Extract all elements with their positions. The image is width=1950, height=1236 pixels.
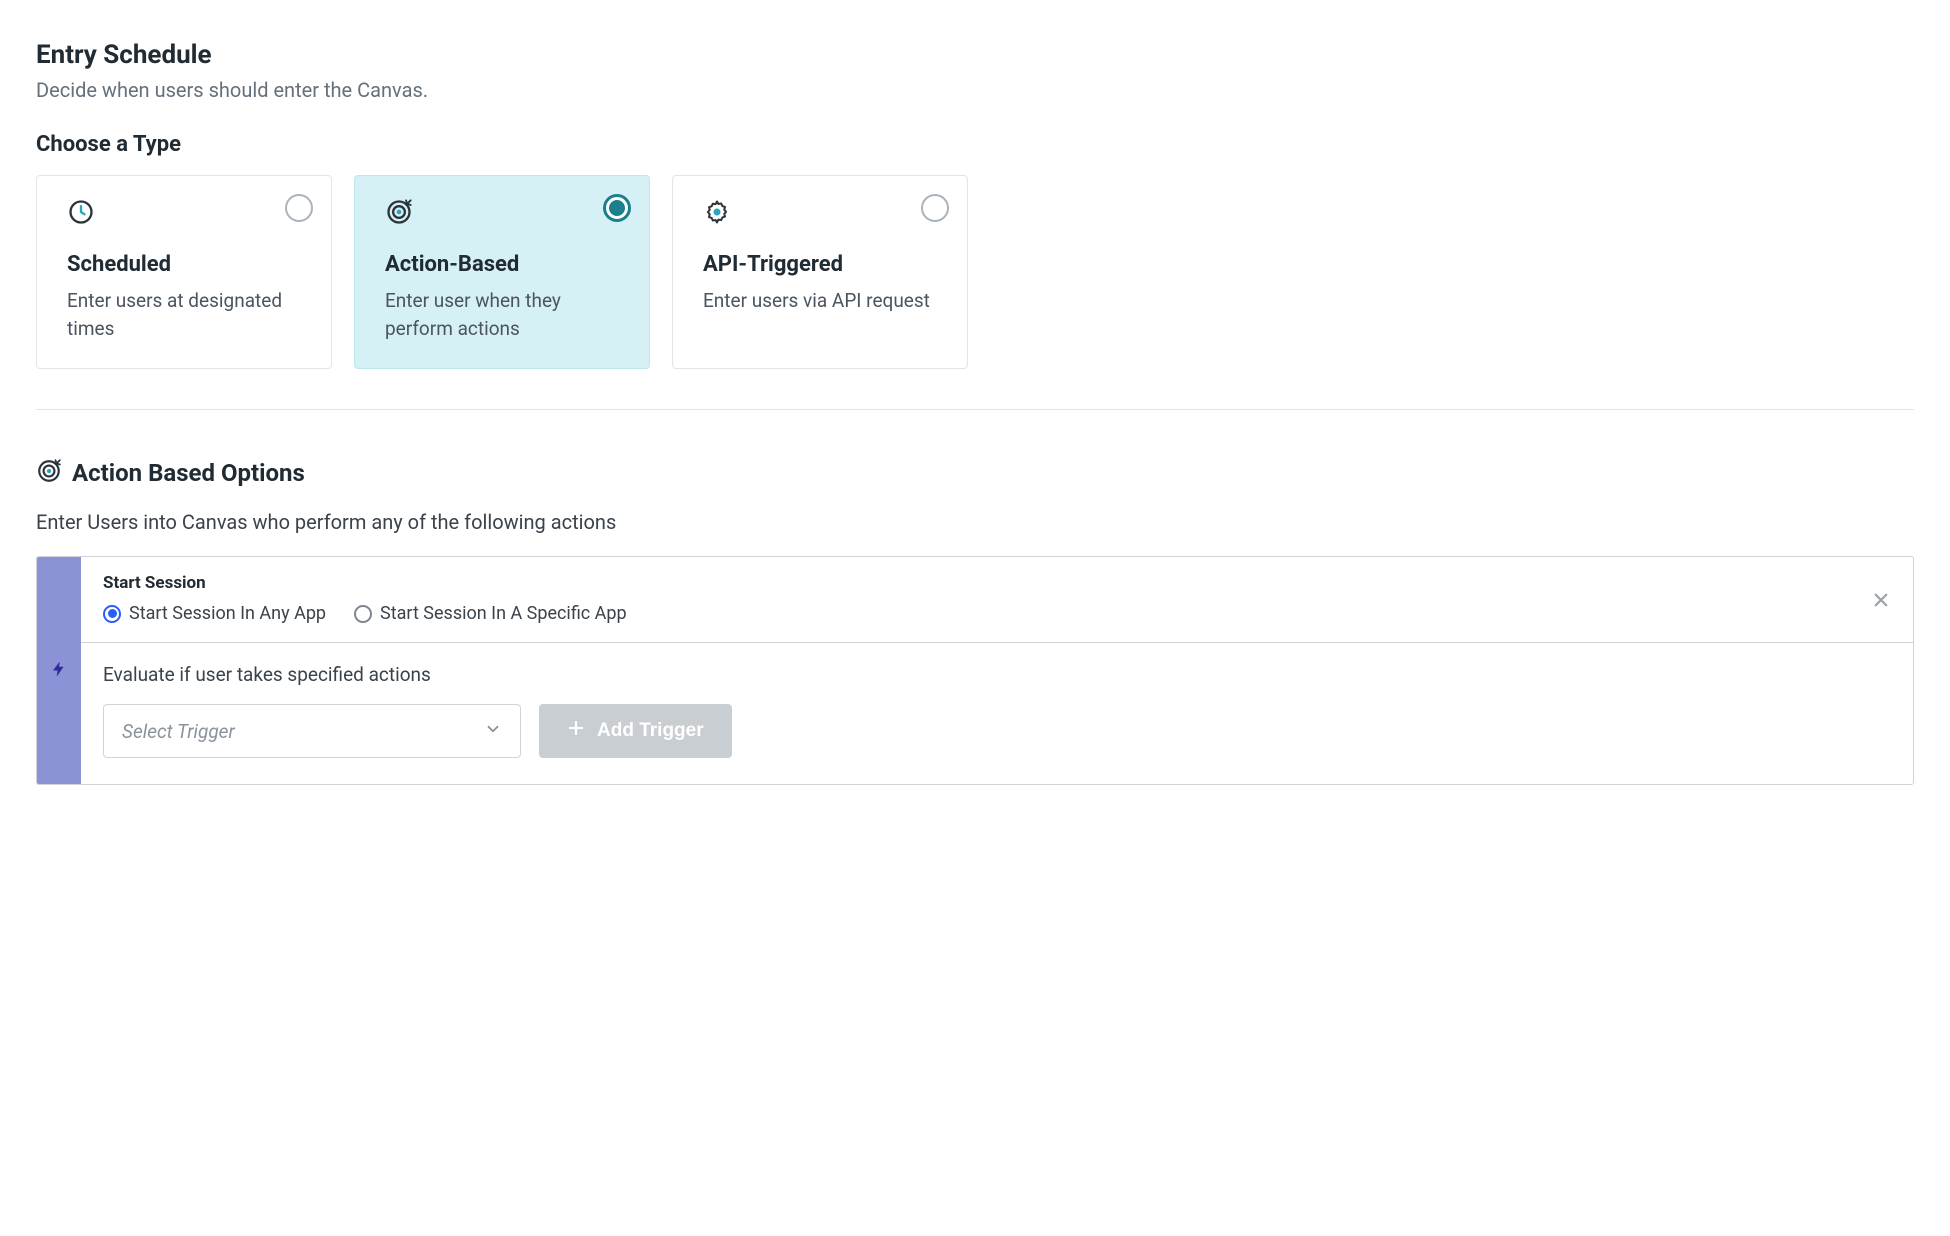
trigger-header: Start Session Start Session In Any App S…: [81, 557, 1913, 643]
page-title: Entry Schedule: [36, 40, 1914, 70]
card-title: Action-Based: [385, 252, 619, 277]
trigger-body: Evaluate if user takes specified actions…: [81, 643, 1913, 784]
type-card-group: Scheduled Enter users at designated time…: [36, 175, 1914, 369]
target-icon: [36, 458, 62, 488]
card-desc: Enter users at designated times: [67, 287, 301, 342]
trigger-name: Start Session: [103, 573, 1891, 593]
card-title: API-Triggered: [703, 252, 937, 277]
radio-start-session-any-app[interactable]: Start Session In Any App: [103, 603, 326, 624]
add-trigger-label: Add Trigger: [597, 720, 704, 742]
plus-icon: [567, 719, 585, 743]
lightning-icon: [50, 657, 68, 685]
chevron-down-icon: [484, 720, 502, 742]
radio-label: Start Session In Any App: [129, 603, 326, 624]
close-icon[interactable]: [1869, 588, 1893, 612]
select-placeholder: Select Trigger: [122, 720, 235, 743]
radio-start-session-specific-app[interactable]: Start Session In A Specific App: [354, 603, 627, 624]
radio-dot: [354, 605, 372, 623]
trigger-sidebar: [37, 557, 81, 784]
add-trigger-button[interactable]: Add Trigger: [539, 704, 732, 758]
card-desc: Enter users via API request: [703, 287, 937, 315]
type-card-scheduled[interactable]: Scheduled Enter users at designated time…: [36, 175, 332, 369]
radio-indicator: [921, 194, 949, 222]
page-subtitle: Decide when users should enter the Canva…: [36, 78, 1914, 102]
trigger-block: Start Session Start Session In Any App S…: [36, 556, 1914, 785]
radio-dot: [103, 605, 121, 623]
choose-type-heading: Choose a Type: [36, 132, 1914, 157]
radio-indicator: [285, 194, 313, 222]
radio-indicator: [603, 194, 631, 222]
evaluate-label: Evaluate if user takes specified actions: [103, 663, 1891, 686]
type-card-action-based[interactable]: Action-Based Enter user when they perfor…: [354, 175, 650, 369]
clock-icon: [67, 198, 301, 226]
trigger-radio-group: Start Session In Any App Start Session I…: [103, 603, 1891, 624]
card-title: Scheduled: [67, 252, 301, 277]
target-icon: [385, 198, 619, 226]
radio-label: Start Session In A Specific App: [380, 603, 627, 624]
select-trigger-dropdown[interactable]: Select Trigger: [103, 704, 521, 758]
action-options-header: Action Based Options: [36, 458, 1914, 488]
action-options-title: Action Based Options: [72, 459, 305, 487]
section-divider: [36, 409, 1914, 410]
gear-icon: [703, 198, 937, 226]
action-options-subheading: Enter Users into Canvas who perform any …: [36, 510, 1914, 534]
card-desc: Enter user when they perform actions: [385, 287, 619, 342]
type-card-api-triggered[interactable]: API-Triggered Enter users via API reques…: [672, 175, 968, 369]
